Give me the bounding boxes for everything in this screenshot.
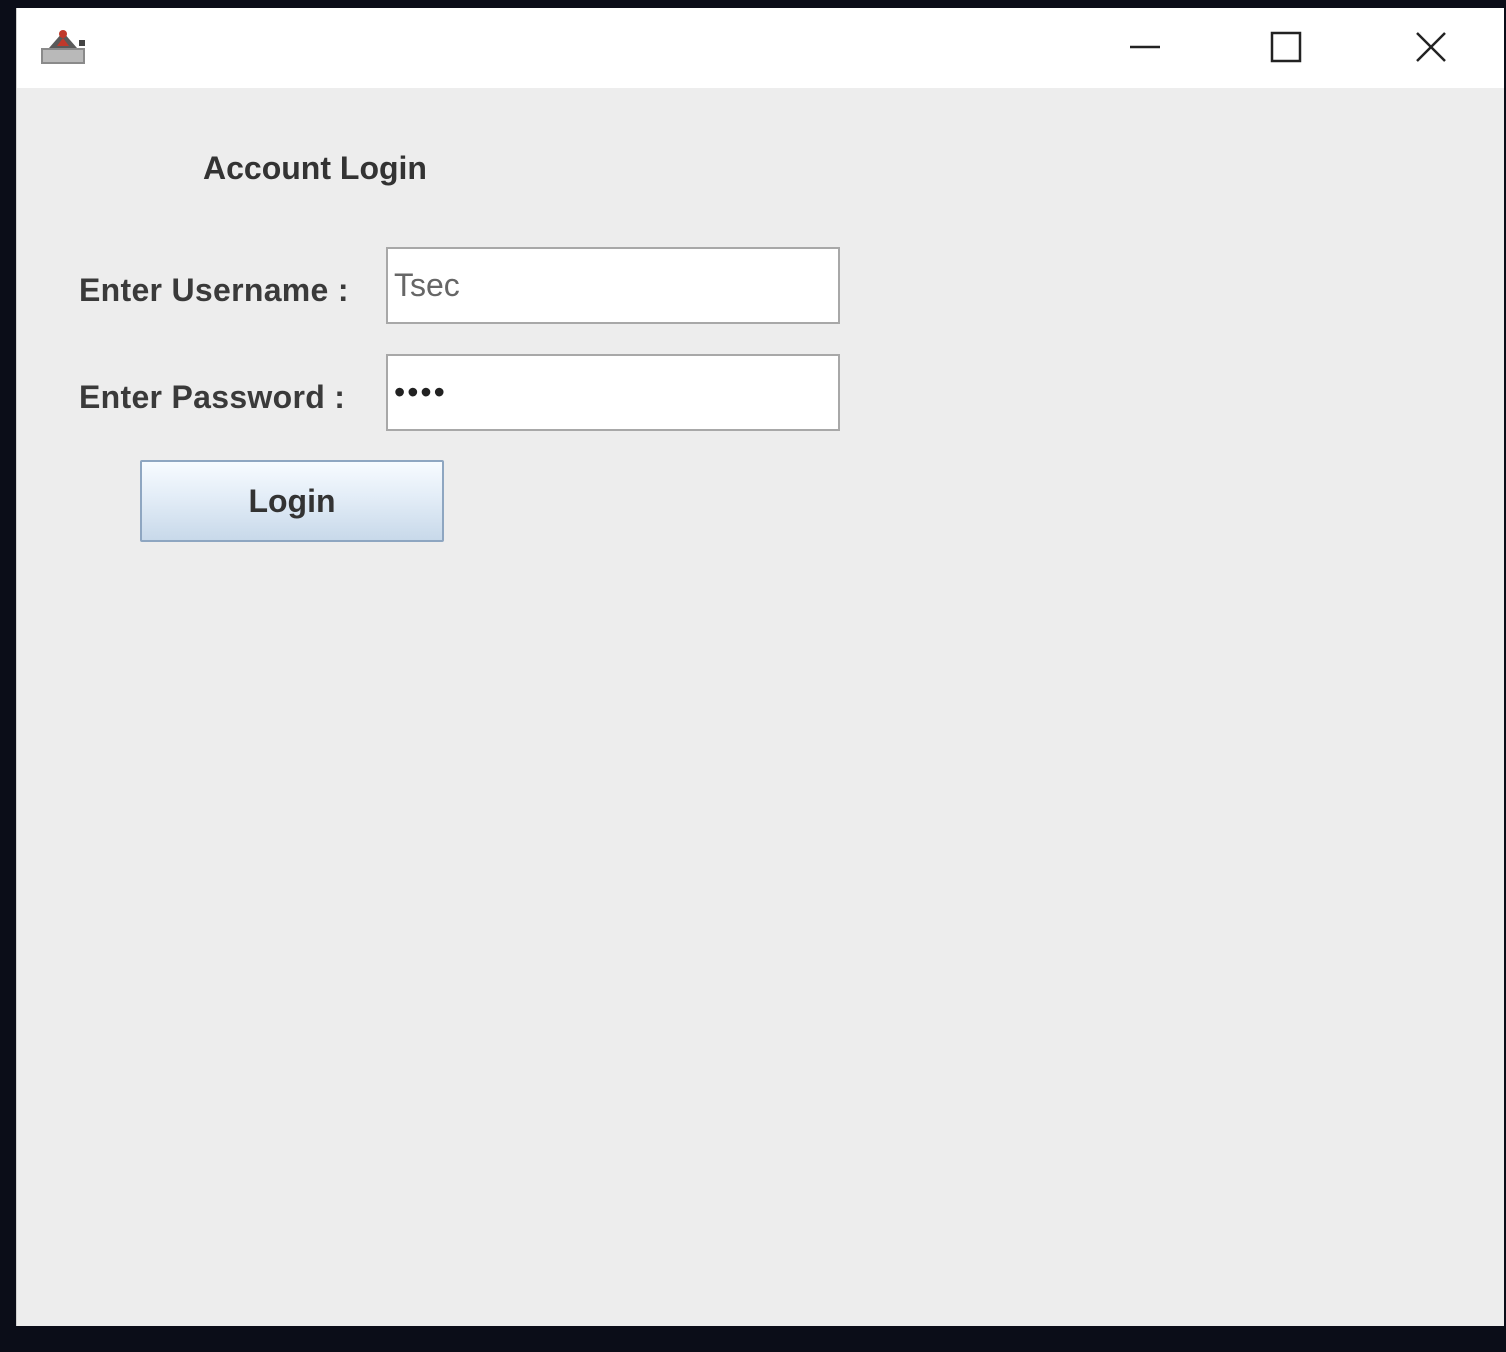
password-input[interactable] [386, 354, 840, 431]
maximize-icon [1270, 31, 1302, 63]
password-label: Enter Password : [79, 379, 346, 415]
login-button[interactable]: Login [140, 460, 444, 542]
page-title: Account Login [203, 150, 427, 186]
minimize-icon [1130, 45, 1160, 49]
username-input[interactable] [386, 247, 840, 324]
java-app-icon [39, 26, 89, 68]
username-label: Enter Username : [79, 272, 349, 308]
maximize-button[interactable] [1258, 22, 1314, 72]
login-window: Account Login Enter Username : Enter Pas… [16, 8, 1504, 1326]
title-bar[interactable] [17, 8, 1504, 88]
minimize-button[interactable] [1117, 22, 1173, 72]
close-icon [1416, 32, 1446, 62]
close-button[interactable] [1403, 22, 1459, 72]
